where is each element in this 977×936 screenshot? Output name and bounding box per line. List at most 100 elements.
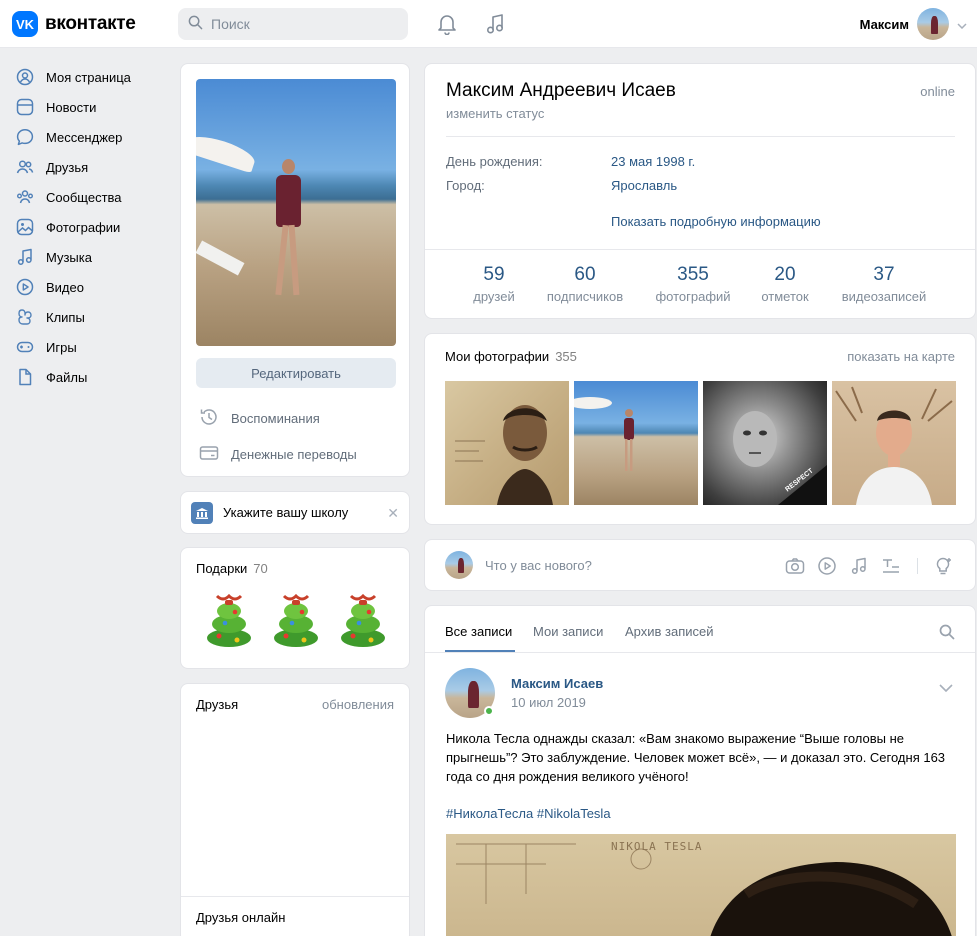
tab-my-posts[interactable]: Мои записи [533, 624, 603, 639]
show-more-info-link[interactable]: Показать подробную информацию [611, 214, 821, 229]
post-date[interactable]: 10 июл 2019 [511, 695, 586, 710]
profile-icon [16, 68, 34, 86]
vk-logo[interactable]: VK вконтакте [12, 11, 136, 37]
music-icon[interactable] [849, 556, 869, 576]
city-value[interactable]: Ярославль [611, 178, 677, 193]
lightbulb-icon[interactable] [933, 556, 953, 576]
photo-thumbnail[interactable] [574, 381, 698, 505]
tab-post-archive[interactable]: Архив записей [625, 624, 714, 639]
memories-link[interactable]: Воспоминания [199, 407, 320, 430]
video-icon[interactable] [817, 556, 837, 576]
text-article-icon[interactable] [881, 556, 901, 576]
composer-avatar [445, 551, 473, 579]
nav-label: Моя страница [46, 69, 131, 85]
post-text: Никола Тесла однажды сказал: «Вам знаком… [446, 731, 946, 784]
post-hashtags[interactable]: #НиколаТесла #NikolaTesla [446, 806, 611, 821]
gifts-title: Подарки [196, 561, 248, 576]
nav-item-clips[interactable]: Клипы [12, 302, 162, 332]
chevron-down-icon [957, 17, 967, 32]
music-icon [16, 248, 34, 266]
nav-label: Видео [46, 279, 84, 295]
header-avatar [917, 8, 949, 40]
gift-tree-icon[interactable] [335, 590, 391, 650]
friends-online-title[interactable]: Друзья онлайн [196, 910, 285, 925]
birthday-label: День рождения: [446, 154, 543, 169]
counter-label: фотографий [655, 289, 731, 304]
news-icon [16, 98, 34, 116]
counter-followers[interactable]: 60 подписчиков [540, 264, 630, 304]
nav-item-files[interactable]: Файлы [12, 362, 162, 392]
money-transfers-link[interactable]: Денежные переводы [199, 443, 357, 466]
camera-icon[interactable] [785, 556, 805, 576]
video-icon [16, 278, 34, 296]
photo-thumbnail[interactable] [445, 381, 569, 505]
search-icon[interactable] [939, 624, 955, 643]
counter-tags[interactable]: 20 отметок [755, 264, 815, 304]
nav-item-communities[interactable]: Сообщества [12, 182, 162, 212]
friends-updates-link[interactable]: обновления [322, 697, 394, 712]
nav-label: Мессенджер [46, 129, 123, 145]
left-nav: Моя страница Новости Мессенджер Друзья С… [12, 62, 162, 392]
composer-placeholder[interactable]: Что у вас нового? [485, 558, 592, 573]
online-status: online [920, 84, 955, 99]
vk-logo-icon: VK [12, 11, 38, 37]
nav-item-friends[interactable]: Друзья [12, 152, 162, 182]
music-note-icon[interactable] [483, 12, 507, 36]
counter-number: 37 [873, 264, 895, 285]
post-image[interactable]: NIKOLA TESLA [446, 834, 956, 936]
show-on-map-link[interactable]: показать на карте [847, 349, 955, 364]
gift-tree-icon[interactable] [268, 590, 324, 650]
counter-friends[interactable]: 59 друзей [469, 264, 519, 304]
nav-item-video[interactable]: Видео [12, 272, 162, 302]
friends-icon [16, 158, 34, 176]
profile-photo[interactable] [196, 79, 396, 346]
photo-thumbnail[interactable]: RESPECT [703, 381, 827, 505]
tab-all-posts[interactable]: Все записи [445, 624, 512, 639]
money-transfers-label: Денежные переводы [231, 447, 357, 462]
school-prompt-card[interactable]: Укажите вашу школу ✕ [180, 491, 410, 534]
nav-item-messenger[interactable]: Мессенджер [12, 122, 162, 152]
nav-label: Новости [46, 99, 97, 115]
change-status-link[interactable]: изменить статус [446, 106, 544, 121]
nav-label: Музыка [46, 249, 92, 265]
groups-icon [16, 188, 34, 206]
gifts-count: 70 [253, 561, 268, 576]
chevron-down-icon[interactable] [939, 680, 953, 695]
nav-item-photos[interactable]: Фотографии [12, 212, 162, 242]
gifts-card[interactable]: Подарки 70 [180, 547, 410, 669]
search-icon [188, 15, 203, 33]
close-icon[interactable]: ✕ [387, 505, 399, 522]
post-author[interactable]: Максим Исаев [511, 676, 603, 691]
school-icon [191, 501, 213, 524]
my-photos-card: Мои фотографии 355 показать на карте RESP… [424, 333, 976, 525]
counter-label: видеозаписей [841, 289, 927, 304]
nav-label: Файлы [46, 369, 88, 385]
edit-profile-button[interactable]: Редактировать [196, 358, 396, 388]
counter-videos[interactable]: 37 видеозаписей [836, 264, 932, 304]
nav-item-news[interactable]: Новости [12, 92, 162, 122]
photos-title[interactable]: Мои фотографии [445, 349, 549, 364]
online-indicator [484, 706, 494, 716]
friends-card: Друзья обновления Друзья онлайн [180, 683, 410, 936]
friends-title[interactable]: Друзья [196, 697, 238, 712]
birthday-row: День рождения: 23 мая 1998 г. [446, 154, 695, 169]
profile-photo-card: Редактировать Воспоминания Денежные пере… [180, 63, 410, 477]
gift-tree-icon[interactable] [201, 590, 257, 650]
post-composer[interactable]: Что у вас нового? [424, 539, 976, 591]
nav-item-games[interactable]: Игры [12, 332, 162, 362]
nav-item-music[interactable]: Музыка [12, 242, 162, 272]
profile-name: Максим Андреевич Исаев [446, 80, 676, 101]
birthday-value[interactable]: 23 мая 1998 г. [611, 154, 695, 169]
games-icon [16, 338, 34, 356]
nav-item-my-page[interactable]: Моя страница [12, 62, 162, 92]
files-icon [16, 368, 34, 386]
counter-photos[interactable]: 355 фотографий [651, 264, 735, 304]
logo-text: вконтакте [45, 13, 136, 34]
search-box[interactable] [178, 8, 408, 40]
photo-thumbnail[interactable] [832, 381, 956, 505]
message-icon [16, 128, 34, 146]
search-input[interactable] [211, 16, 391, 32]
bell-icon[interactable] [435, 12, 459, 36]
photos-count: 355 [555, 349, 577, 364]
user-menu[interactable]: Максим [860, 8, 967, 40]
